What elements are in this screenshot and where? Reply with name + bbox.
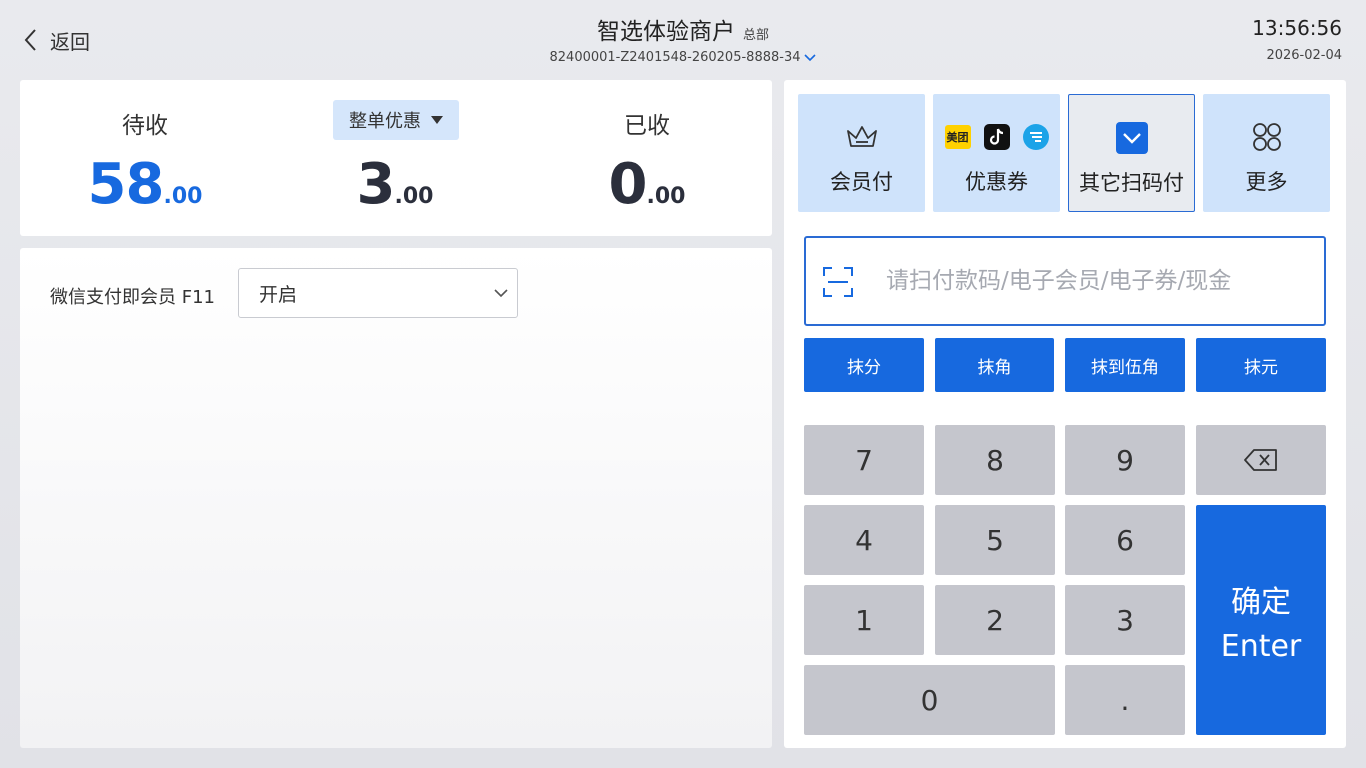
round-off-yuan-button[interactable]: 抹元	[1196, 338, 1326, 392]
key-7[interactable]: 7	[804, 425, 924, 495]
received-label: 已收	[624, 113, 670, 139]
discount-amount-block: 整单优惠 3.00	[270, 80, 520, 236]
payment-panel: 会员付 美团 优惠券 其它扫码付 更多 请扫付款码/电子会员/电子券/现金 抹分…	[784, 80, 1346, 748]
order-id: 82400001-Z2401548-260205-8888-34	[549, 50, 801, 65]
scan-code-field[interactable]	[804, 236, 1326, 326]
wechat-member-label: 微信支付即会员 F11	[50, 287, 215, 308]
key-1[interactable]: 1	[804, 585, 924, 655]
pending-amount: 58.00	[20, 152, 270, 217]
chevron-down-icon	[803, 53, 816, 61]
backspace-icon	[1244, 449, 1277, 471]
confirm-enter-button[interactable]: 确定 Enter	[1196, 505, 1326, 735]
received-amount-int: 0	[608, 152, 648, 217]
caret-down-icon	[431, 116, 443, 124]
pending-amount-dec: .00	[163, 184, 203, 209]
tab-other-scan-pay[interactable]: 其它扫码付	[1068, 94, 1195, 212]
clock-time: 13:56:56	[1252, 16, 1342, 40]
received-amount: 0.00	[522, 152, 772, 217]
received-amount-dec: .00	[646, 184, 686, 209]
discount-label: 整单优惠	[349, 111, 421, 132]
amount-summary: 待收 58.00 整单优惠 3.00 已收 0.00	[20, 80, 772, 236]
store-name: 智选体验商户	[596, 19, 735, 45]
scan-code-input[interactable]	[886, 258, 1306, 304]
round-to-half-jiao-button[interactable]: 抹到伍角	[1065, 338, 1185, 392]
key-3[interactable]: 3	[1065, 585, 1185, 655]
pending-label: 待收	[122, 113, 168, 139]
enter-label: Enter	[1220, 628, 1302, 664]
key-5[interactable]: 5	[935, 505, 1055, 575]
wechat-member-value: 开启	[259, 283, 298, 306]
meituan-icon: 美团	[944, 125, 971, 149]
pending-amount-block: 待收 58.00	[20, 80, 270, 236]
tab-coupon[interactable]: 美团 优惠券	[933, 94, 1060, 212]
clock: 13:56:56 2026-02-04	[1252, 16, 1342, 63]
key-4[interactable]: 4	[804, 505, 924, 575]
crown-icon	[846, 126, 877, 147]
round-off-jiao-button[interactable]: 抹角	[935, 338, 1054, 392]
tab-more-label: 更多	[1245, 170, 1288, 194]
tab-other-scan-pay-label: 其它扫码付	[1079, 171, 1184, 195]
scan-icon	[823, 267, 853, 297]
key-2[interactable]: 2	[935, 585, 1055, 655]
key-9[interactable]: 9	[1065, 425, 1185, 495]
chevron-down-icon	[494, 289, 508, 298]
pending-amount-int: 58	[87, 152, 165, 217]
header-title: 智选体验商户 总部 82400001-Z2401548-260205-8888-…	[0, 12, 1366, 65]
key-6[interactable]: 6	[1065, 505, 1185, 575]
tab-member-pay-label: 会员付	[830, 170, 893, 194]
key-0[interactable]: 0	[804, 665, 1055, 735]
received-amount-block: 已收 0.00	[522, 80, 772, 236]
order-selector[interactable]: 82400001-Z2401548-260205-8888-34	[550, 50, 817, 65]
discount-type-dropdown[interactable]: 整单优惠	[333, 100, 459, 140]
tab-more[interactable]: 更多	[1203, 94, 1330, 212]
clock-date: 2026-02-04	[1266, 48, 1342, 63]
backspace-button[interactable]	[1196, 425, 1326, 495]
douyin-icon	[983, 124, 1010, 150]
settings-panel: 微信支付即会员 F11 开启	[20, 248, 772, 748]
tab-coupon-label: 优惠券	[965, 170, 1028, 194]
discount-amount-int: 3	[356, 152, 396, 217]
round-off-fen-button[interactable]: 抹分	[804, 338, 924, 392]
coupon-platform-icon	[1022, 124, 1049, 150]
wechat-member-select[interactable]: 开启	[238, 268, 518, 318]
grid-icon	[1252, 123, 1281, 151]
check-icon	[1115, 122, 1148, 154]
key-dot[interactable]: .	[1065, 665, 1185, 735]
key-8[interactable]: 8	[935, 425, 1055, 495]
confirm-label: 确定	[1231, 584, 1291, 620]
tab-member-pay[interactable]: 会员付	[798, 94, 925, 212]
store-tag: 总部	[742, 28, 769, 43]
discount-amount: 3.00	[270, 152, 520, 217]
discount-amount-dec: .00	[394, 184, 434, 209]
